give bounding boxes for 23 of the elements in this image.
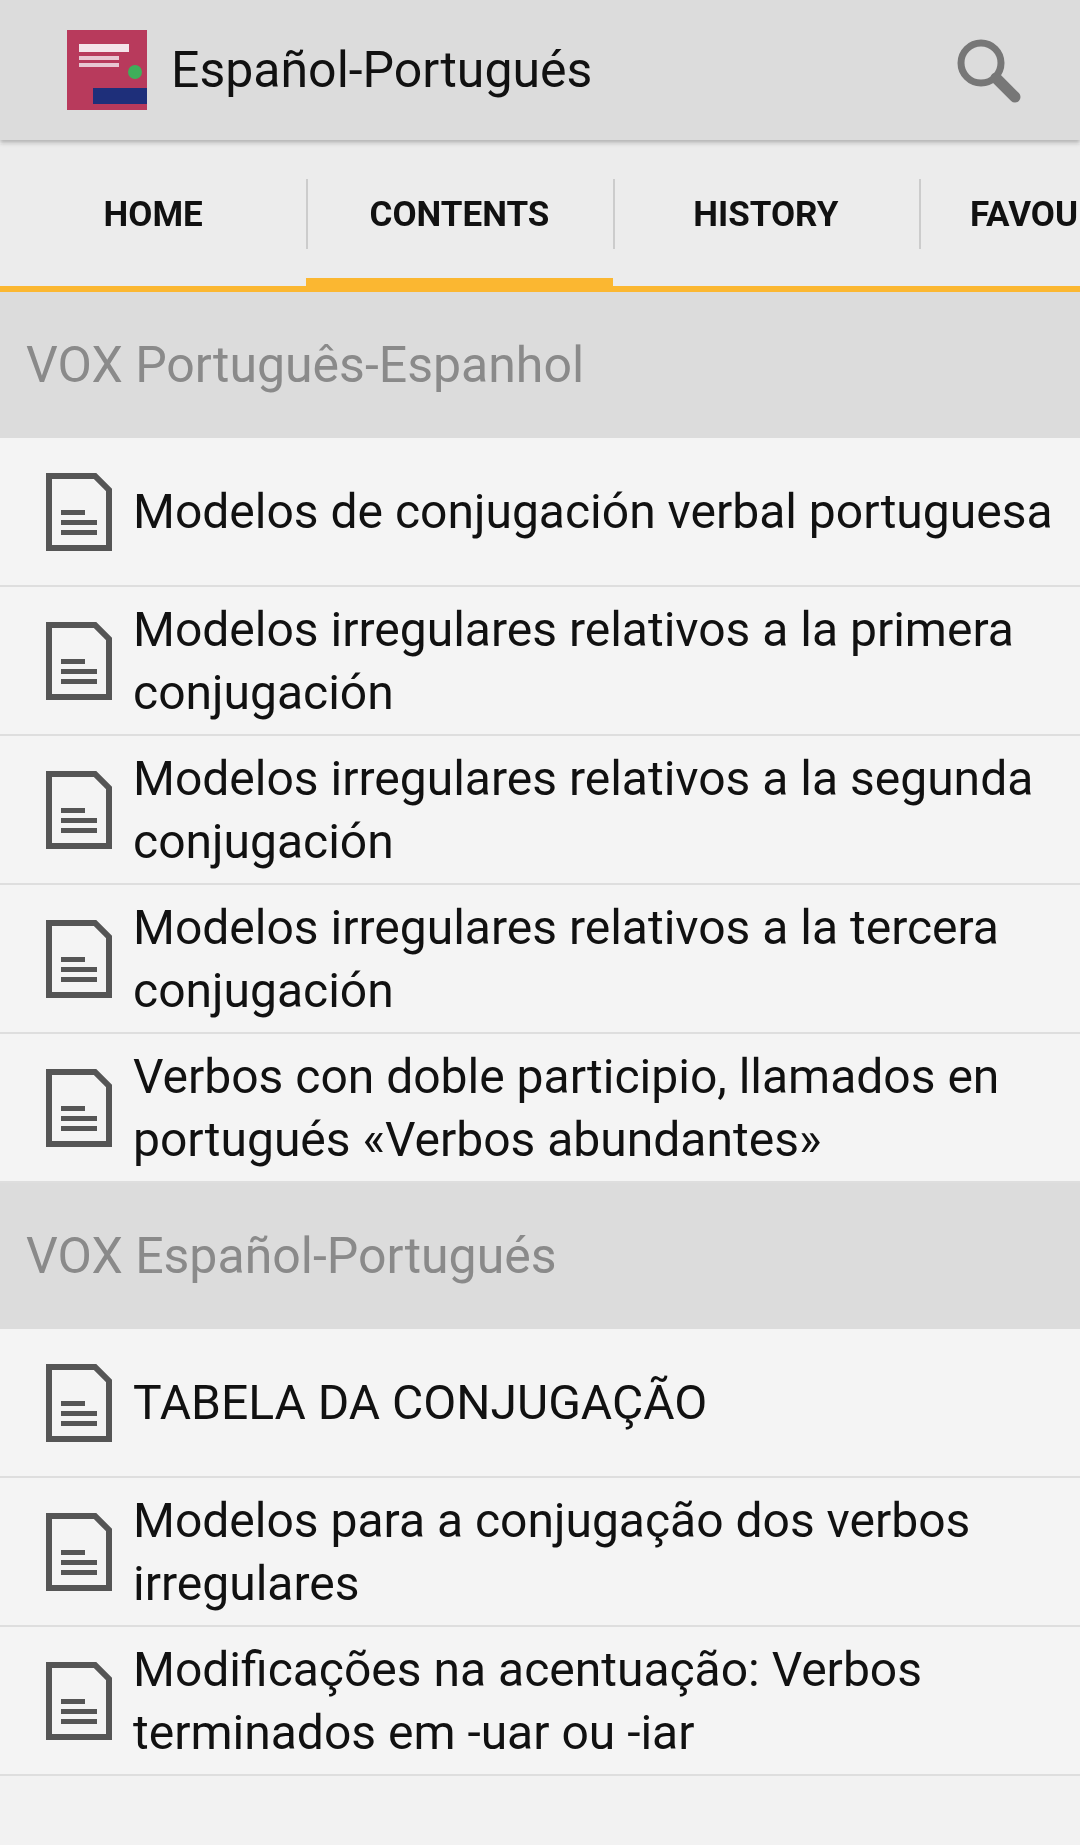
item-title: Modelos de conjugación verbal portuguesa [133,482,1053,542]
item-title: Verbos con doble participio, llamados en portugués «Verbos abundantes» [133,1046,1001,1170]
item-title: Modificações na acentuação: Verbos terminados em -uar ou -iar [133,1639,923,1763]
item-title: Modelos para a conjugação dos verbos irregulares [133,1490,972,1614]
document-icon [45,1067,113,1148]
item-title: Modelos irregulares relativos a la segunda conjugación [133,748,1035,872]
document-icon [45,620,113,701]
tab[interactable]: HISTORY [691,144,841,286]
document-icon [45,918,113,999]
document-icon [45,1511,113,1592]
document-icon [45,1362,113,1443]
section-header: VOX Español-Portugués [0,1183,1080,1329]
app-title: Español-Portugués [171,39,593,101]
section-header: VOX Português-Espanhol [0,292,1080,438]
item-title: Modelos irregulares relativos a la tercera conjugación [133,897,1000,1021]
app-icon[interactable] [67,30,147,110]
document-icon [45,769,113,850]
document-icon [45,1660,113,1741]
item-title: Modelos irregulares relativos a la primera conjugación [133,599,1015,723]
tab[interactable]: FAVOU [967,144,1080,286]
item-title: TABELA DA CONJUGAÇÃO [133,1373,708,1433]
document-icon [45,471,113,552]
tab[interactable]: HOME [101,144,205,286]
